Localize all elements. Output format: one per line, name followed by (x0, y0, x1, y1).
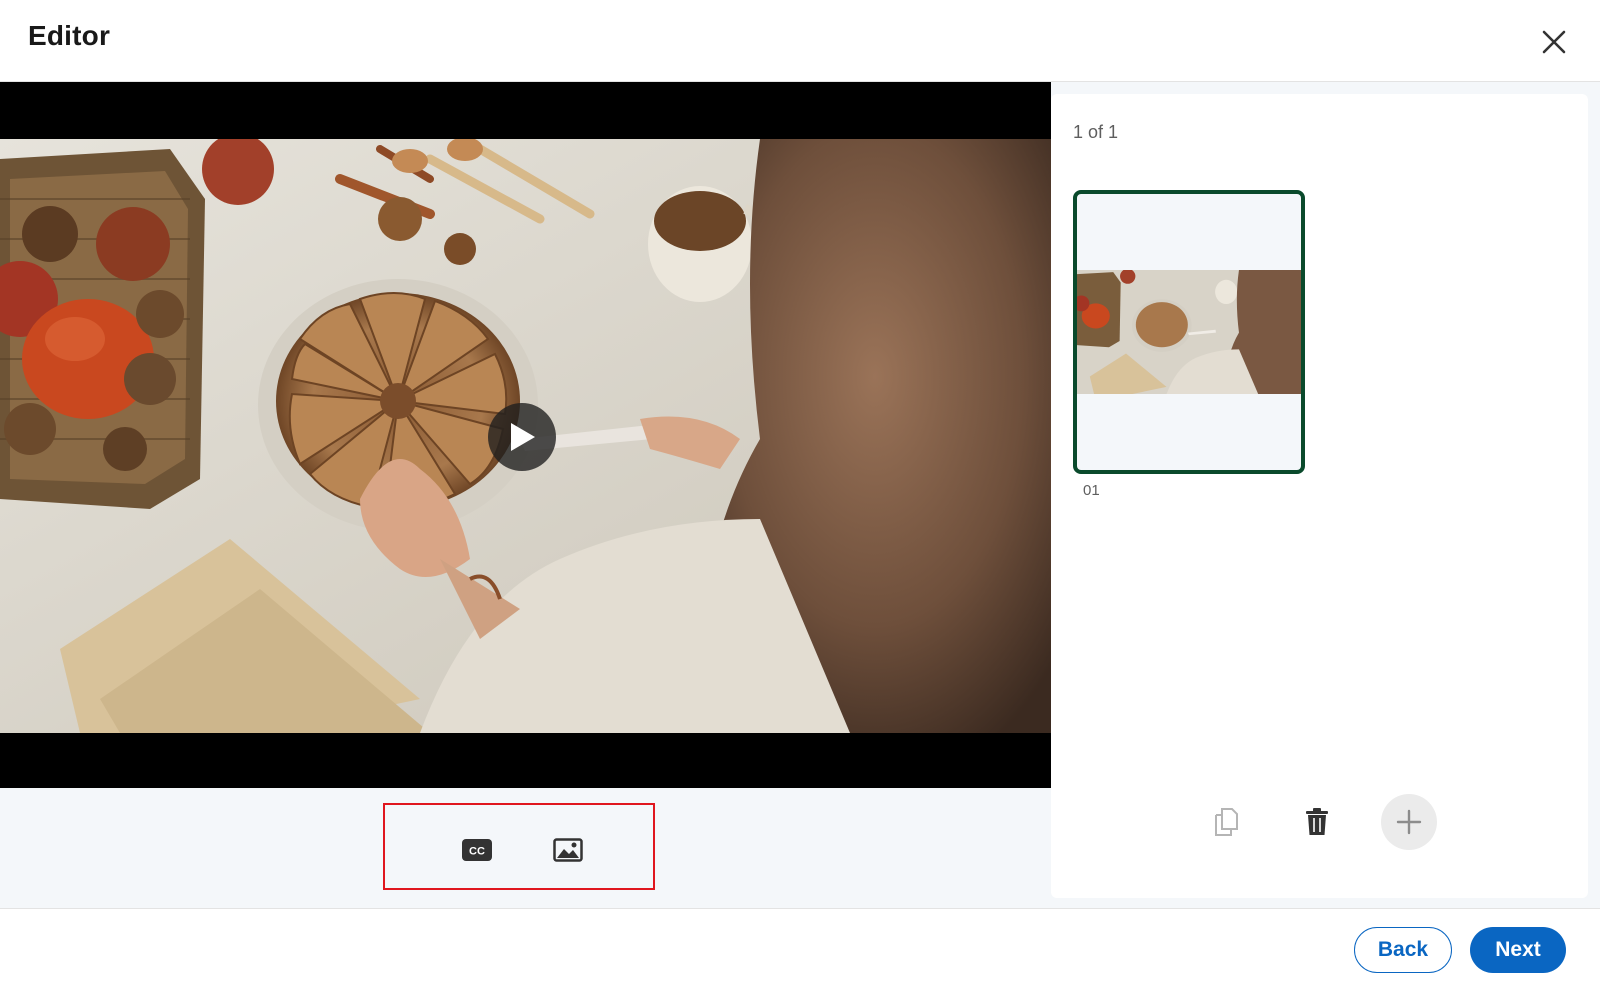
editor-footer: Back Next (0, 908, 1600, 985)
plus-icon (1396, 809, 1422, 835)
svg-text:CC: CC (469, 846, 485, 858)
editor-header: Editor (0, 0, 1600, 82)
close-button[interactable] (1534, 22, 1574, 62)
page-title: Editor (28, 20, 111, 51)
next-button[interactable]: Next (1470, 927, 1566, 973)
slide-thumbnail-selected[interactable] (1073, 190, 1305, 474)
captions-button[interactable]: CC (455, 828, 499, 872)
delete-slide-button[interactable] (1289, 794, 1345, 850)
duplicate-slide-button[interactable] (1198, 794, 1254, 850)
closed-captions-icon: CC (462, 839, 492, 861)
close-icon (1542, 30, 1566, 54)
slide-index-label: 01 (1083, 482, 1100, 499)
toolbar-highlight-box (383, 803, 655, 890)
slide-counter: 1 of 1 (1073, 122, 1119, 142)
add-slide-button[interactable] (1381, 794, 1437, 850)
media-toolbar: CC (0, 788, 1051, 908)
duplicate-icon (1215, 808, 1238, 836)
back-button[interactable]: Back (1354, 927, 1452, 973)
slides-panel: 1 of 1 01 (1051, 94, 1588, 898)
play-icon (511, 423, 535, 451)
image-thumbnail-icon (553, 838, 583, 862)
editor-workspace: CC 1 of 1 01 (0, 82, 1600, 908)
play-button[interactable] (488, 403, 556, 471)
trash-icon (1306, 808, 1328, 835)
slide-thumbnail-image (1077, 270, 1301, 394)
slide-actions (1051, 794, 1588, 854)
thumbnail-button[interactable] (546, 828, 590, 872)
video-preview (0, 82, 1051, 788)
